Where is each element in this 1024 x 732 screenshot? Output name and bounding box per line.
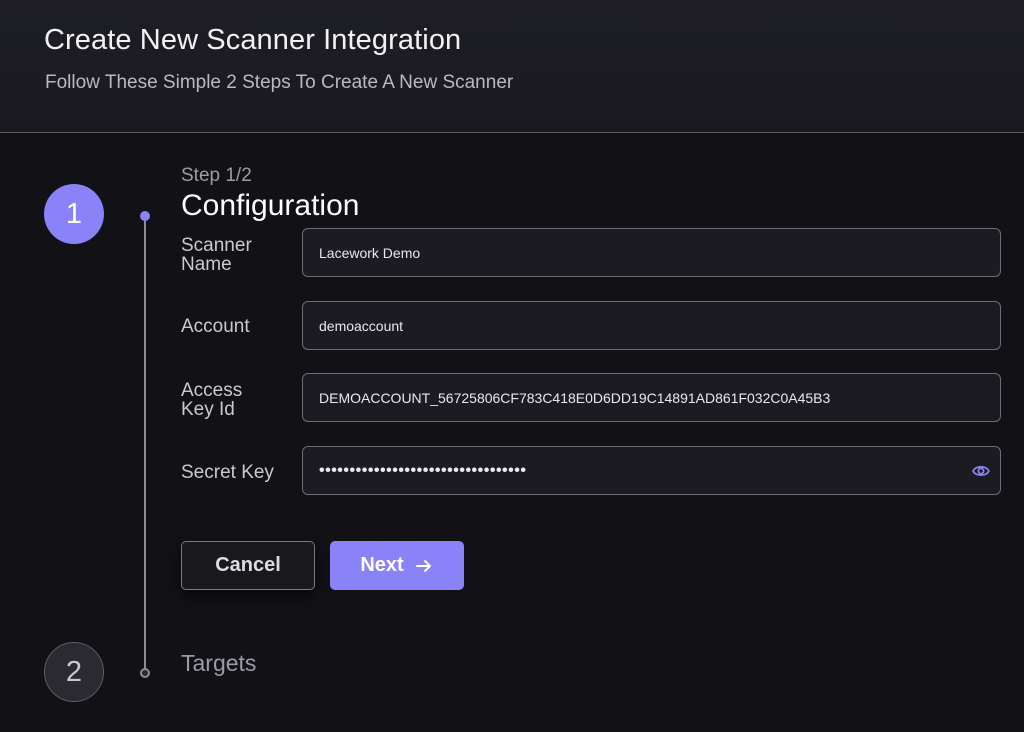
progress-timeline <box>144 215 146 673</box>
scanner-name-label-line1: Scanner <box>181 235 252 256</box>
step-1-indicator: 1 <box>44 184 104 244</box>
step-1-number: 1 <box>65 197 83 230</box>
account-label: Account <box>181 316 250 337</box>
timeline-dot-inactive <box>140 668 150 678</box>
page-subtitle: Follow These Simple 2 Steps To Create A … <box>45 72 514 93</box>
scanner-name-value: Lacework Demo <box>319 244 421 261</box>
access-key-id-input[interactable]: DEMOACCOUNT_56725806CF783C418E0D6DD19C14… <box>302 373 1001 422</box>
cancel-button-label: Cancel <box>215 554 281 576</box>
step-title: Configuration <box>181 189 360 222</box>
access-key-id-label-line2: Key Id <box>181 399 235 420</box>
next-button[interactable]: Next <box>330 541 464 590</box>
scanner-name-label: Scanner Name <box>181 236 291 274</box>
page-header: Create New Scanner Integration Follow Th… <box>0 0 1024 133</box>
page-title: Create New Scanner Integration <box>44 24 462 56</box>
access-key-id-label-line1: Access <box>181 380 243 401</box>
scanner-integration-page: Create New Scanner Integration Follow Th… <box>0 0 1024 732</box>
step-2-indicator[interactable]: 2 <box>44 642 104 702</box>
secret-key-input[interactable]: •••••••••••••••••••••••••••••••••• <box>302 446 1001 495</box>
scanner-name-input[interactable]: Lacework Demo <box>302 228 1001 277</box>
cancel-button[interactable]: Cancel <box>181 541 315 590</box>
scanner-name-label-line2: Name <box>181 254 232 275</box>
access-key-id-label: Access Key Id <box>181 381 291 419</box>
next-button-label: Next <box>360 554 404 576</box>
secret-key-label: Secret Key <box>181 462 274 483</box>
step-2-title[interactable]: Targets <box>181 650 256 677</box>
secret-key-value: •••••••••••••••••••••••••••••••••• <box>319 461 527 479</box>
eye-icon[interactable] <box>971 461 991 481</box>
step-counter: Step 1/2 <box>181 165 252 186</box>
timeline-dot-active <box>140 211 150 221</box>
account-input[interactable]: demoaccount <box>302 301 1001 350</box>
arrow-right-icon <box>414 556 434 576</box>
step-2-number: 2 <box>65 655 83 688</box>
account-value: demoaccount <box>319 317 404 334</box>
access-key-id-value: DEMOACCOUNT_56725806CF783C418E0D6DD19C14… <box>319 389 831 406</box>
